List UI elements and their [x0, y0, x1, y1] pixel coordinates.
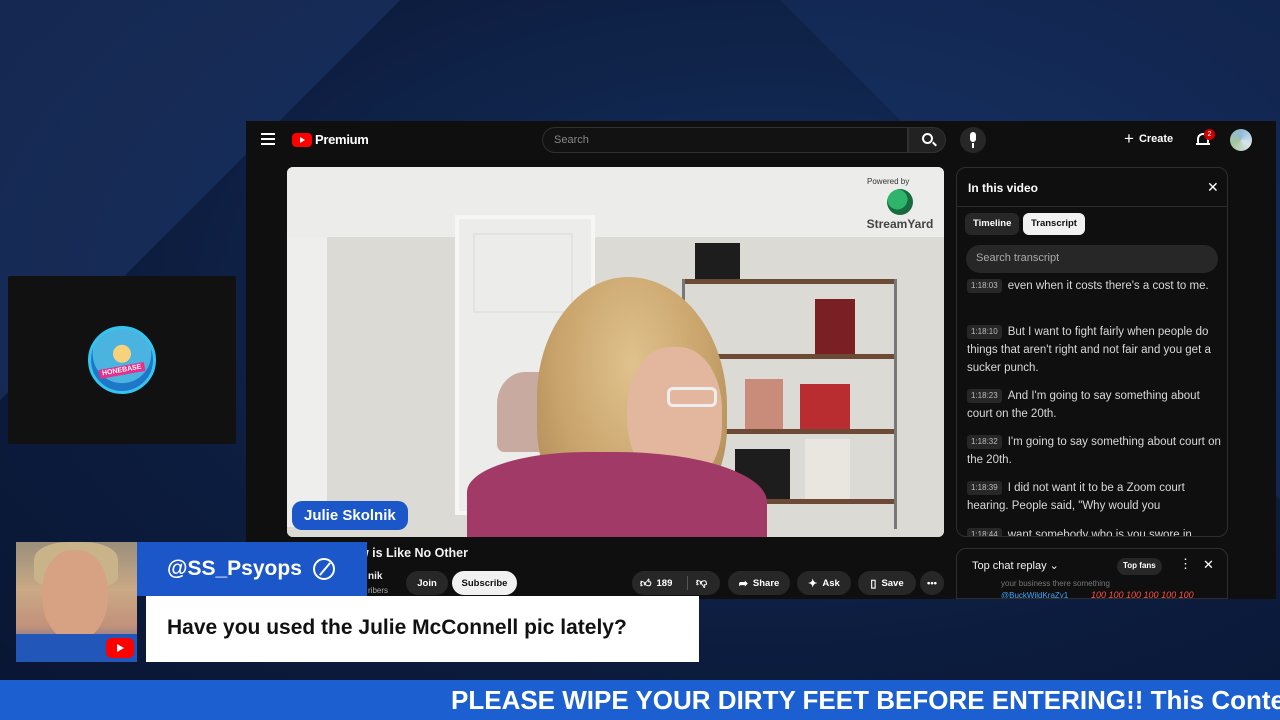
notification-count-badge: 2 [1204, 129, 1215, 140]
comment-text: Have you used the Julie McConnell pic la… [167, 616, 627, 639]
youtube-logo[interactable]: Premium [292, 132, 369, 147]
more-actions-icon[interactable]: ••• [920, 571, 944, 595]
chat-author[interactable]: @BuckWildKraZy1 [1001, 591, 1068, 598]
commenter-tag: @SS_Psyops [137, 542, 367, 596]
youtube-header: Premium Search + Create 2 [246, 121, 1276, 159]
in-this-video-panel: In this video ✕ Timeline Transcript Sear… [956, 167, 1228, 537]
like-count: 189 [656, 577, 673, 589]
mic-icon [970, 132, 976, 142]
segment-timestamp: 1:18:03 [967, 279, 1002, 293]
channel-logo: HONEBASE [88, 326, 156, 394]
subscribe-button[interactable]: Subscribe [452, 571, 517, 595]
glasses [667, 387, 717, 407]
segment-text: I'm going to say something about court o… [967, 436, 1221, 466]
sparkle-icon: ✦ [808, 577, 818, 590]
chat-message-faded: your business there something [1001, 579, 1110, 588]
segment-timestamp: 1:18:32 [967, 435, 1002, 449]
ticker-text: PLEASE WIPE YOUR DIRTY FEET BEFORE ENTER… [451, 685, 1280, 715]
search-button[interactable] [908, 127, 946, 153]
channel-logo-panel: HONEBASE [8, 276, 236, 444]
channel-logo-text: HONEBASE [98, 362, 146, 379]
subscriber-count: ribers [368, 586, 389, 595]
tab-timeline[interactable]: Timeline [965, 213, 1020, 235]
video-player[interactable]: Powered by StreamYard Julie Skolnik [287, 167, 944, 537]
segment-text: But I want to fight fairly when people d… [967, 326, 1211, 374]
panel-title: In this video [968, 181, 1039, 195]
blocked-icon [313, 558, 335, 580]
highlighted-comment: Have you used the Julie McConnell pic la… [146, 596, 699, 662]
transcript-search-input[interactable]: Search transcript [966, 245, 1218, 273]
close-icon[interactable]: ✕ [1207, 179, 1219, 196]
chat-message: 100 100 100 100 100 100 [1091, 590, 1194, 599]
transcript-segment[interactable]: 1:18:03 even when it costs there's a cost… [967, 277, 1222, 295]
webcam-feed [16, 542, 137, 662]
close-icon[interactable]: ✕ [1203, 557, 1214, 573]
segment-text: And I'm going to say something about cou… [967, 390, 1200, 420]
tab-transcript[interactable]: Transcript [1023, 213, 1085, 235]
chat-replay-panel: Top chat replay ⌄ Top fans ⋮ ✕ your busi… [956, 548, 1228, 599]
share-button[interactable]: ➦ Share [728, 571, 790, 595]
transcript-segment[interactable]: 1:18:10 But I want to fight fairly when p… [967, 323, 1222, 377]
join-button[interactable]: Join [406, 571, 448, 595]
powered-by-label: Powered by [867, 177, 910, 186]
segment-timestamp: 1:18:10 [967, 325, 1002, 339]
thumbs-down-icon[interactable]: 👎︎ [696, 576, 707, 589]
chat-mode-dropdown[interactable]: Top chat replay ⌄ [972, 559, 1059, 572]
share-arrow-icon: ➦ [738, 577, 748, 590]
account-avatar[interactable] [1230, 129, 1252, 151]
youtube-logo-icon [106, 638, 134, 658]
thumbs-up-icon: 👍︎ [640, 577, 652, 590]
top-fans-chip[interactable]: Top fans [1117, 558, 1162, 575]
ask-button[interactable]: ✦ Ask [797, 571, 851, 595]
youtube-play-icon [292, 132, 312, 147]
video-title: ew is Like No Other [352, 546, 469, 560]
search-input[interactable]: Search [542, 127, 908, 153]
segment-timestamp: 1:18:44 [967, 528, 1002, 536]
segment-timestamp: 1:18:39 [967, 481, 1002, 495]
transcript-segment[interactable]: 1:18:44 want somebody who is you swore in [967, 526, 1222, 537]
transcript-segment[interactable]: 1:18:32 I'm going to say something about … [967, 433, 1222, 469]
presenter-name-tag: Julie Skolnik [292, 501, 408, 530]
menu-icon[interactable] [261, 133, 275, 145]
transcript-segment[interactable]: 1:18:39 I did not want it to be a Zoom co… [967, 479, 1222, 515]
more-vert-icon[interactable]: ⋮ [1179, 556, 1192, 572]
commenter-username: @SS_Psyops [167, 557, 302, 580]
save-button[interactable]: ▯ Save [858, 571, 916, 595]
like-button[interactable]: 👍︎ 189 👎︎ [632, 571, 720, 595]
channel-name[interactable]: nik [368, 571, 382, 582]
segment-text: even when it costs there's a cost to me. [1007, 280, 1209, 292]
create-button[interactable]: + Create [1124, 129, 1174, 148]
create-label: Create [1138, 133, 1174, 145]
plus-icon: + [1124, 129, 1134, 148]
transcript-segment[interactable]: 1:18:23 And I'm going to say something ab… [967, 387, 1222, 423]
voice-search-button[interactable] [960, 127, 986, 153]
news-ticker: PLEASE WIPE YOUR DIRTY FEET BEFORE ENTER… [0, 680, 1280, 720]
segment-text: want somebody who is you swore in [1007, 529, 1192, 537]
streamyard-duck-icon [887, 189, 913, 215]
chevron-down-icon: ⌄ [1049, 560, 1059, 572]
bookmark-icon: ▯ [870, 577, 877, 590]
youtube-brand-label: Premium [315, 132, 369, 147]
streamyard-logo: StreamYard [865, 189, 935, 231]
youtube-window: Premium Search + Create 2 Powered by Str… [246, 121, 1276, 599]
segment-timestamp: 1:18:23 [967, 389, 1002, 403]
